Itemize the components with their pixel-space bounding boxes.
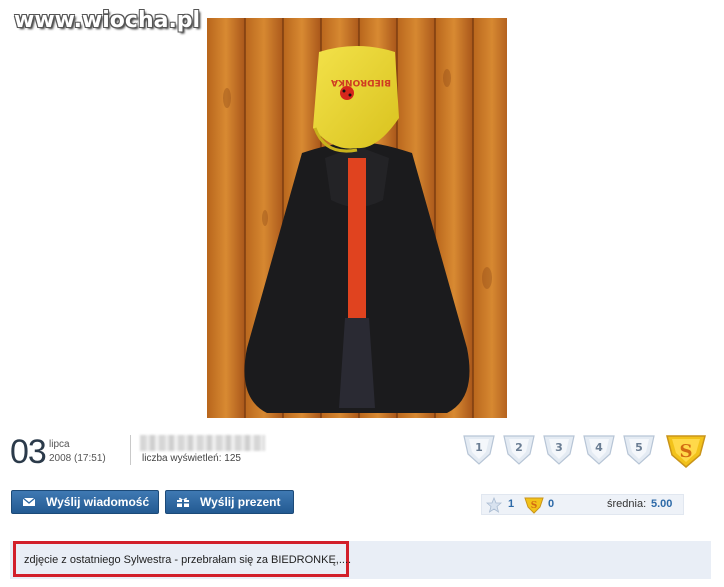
send-gift-button[interactable]: Wyślij prezent	[165, 490, 294, 514]
rate-5-star-button[interactable]: 5	[620, 432, 660, 468]
photo-image: BIEDRONKA	[207, 18, 507, 418]
average-value: 5.00	[651, 498, 673, 510]
svg-text:S: S	[680, 441, 693, 462]
rating-stars: 1 2 3 4 5	[460, 432, 660, 468]
super-rating-button[interactable]: S	[664, 431, 708, 469]
svg-text:S: S	[531, 501, 538, 511]
star-icon	[486, 497, 502, 513]
average-label: średnia:	[607, 498, 647, 510]
post-date-month: lipca	[49, 439, 70, 450]
post-date-day: 03	[10, 433, 47, 471]
superman-shield-icon: S	[666, 435, 706, 468]
post-description: zdjęcie z ostatniego Sylwestra - przebra…	[24, 554, 352, 566]
star-label: 1	[475, 441, 483, 454]
star-count: 1	[508, 498, 515, 510]
send-message-label: Wyślij wiadomość	[46, 495, 150, 509]
view-count: liczba wyświetleń: 125	[142, 453, 241, 464]
rating-summary: 1 S 0 średnia: 5.00	[481, 494, 684, 515]
star-label: 4	[595, 441, 603, 454]
envelope-icon	[22, 497, 36, 506]
star-label: 2	[515, 441, 523, 454]
divider	[130, 435, 131, 465]
send-gift-label: Wyślij prezent	[200, 495, 281, 509]
author-name-blurred[interactable]	[140, 435, 265, 451]
site-watermark: www.wiocha.pl	[14, 8, 201, 33]
post-photo[interactable]: BIEDRONKA	[207, 18, 507, 418]
view-count-value: 125	[224, 453, 241, 464]
gift-icon	[177, 497, 189, 507]
star-label: 3	[555, 441, 563, 454]
super-count: 0	[548, 498, 555, 510]
post-date-year-time: 2008 (17:51)	[49, 453, 106, 464]
bag-text: BIEDRONKA	[331, 77, 391, 87]
send-message-button[interactable]: Wyślij wiadomość	[11, 490, 159, 514]
star-label: 5	[635, 441, 643, 454]
rate-4-star-button[interactable]: 4	[580, 432, 620, 468]
superman-shield-icon: S	[524, 497, 544, 514]
rate-1-star-button[interactable]: 1	[460, 432, 500, 468]
rate-3-star-button[interactable]: 3	[540, 432, 580, 468]
view-count-label: liczba wyświetleń:	[142, 453, 222, 464]
rate-2-star-button[interactable]: 2	[500, 432, 540, 468]
